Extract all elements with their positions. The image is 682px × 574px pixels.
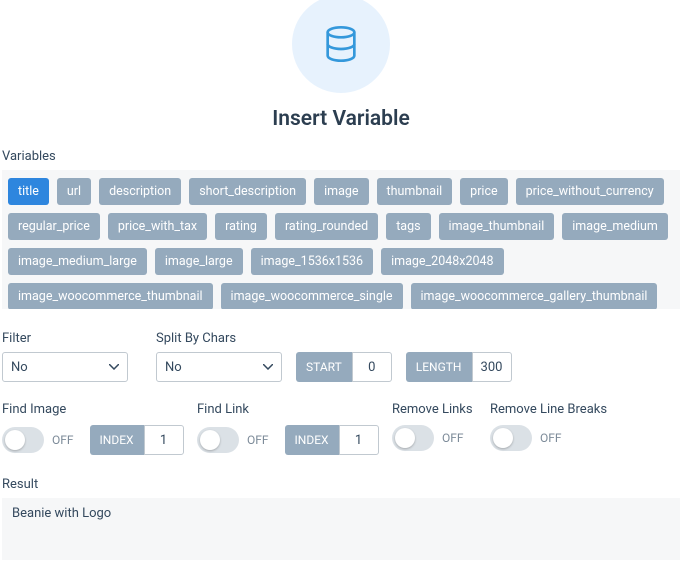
variable-tag-image-1536x1536[interactable]: image_1536x1536 <box>251 248 374 275</box>
find-link-index-input[interactable] <box>339 425 379 455</box>
remove-links-state: OFF <box>442 431 464 445</box>
variable-tag-image-thumbnail[interactable]: image_thumbnail <box>439 213 555 240</box>
variable-tag-url[interactable]: url <box>57 178 91 205</box>
start-input[interactable] <box>352 352 392 382</box>
remove-line-breaks-state: OFF <box>540 431 562 445</box>
filter-label: Filter <box>2 331 128 346</box>
variable-tag-short-description[interactable]: short_description <box>189 178 306 205</box>
remove-line-breaks-toggle[interactable] <box>490 425 532 451</box>
result-output: Beanie with Logo <box>2 498 680 560</box>
variable-tag-thumbnail[interactable]: thumbnail <box>377 178 453 205</box>
length-badge: LENGTH <box>406 352 472 382</box>
find-link-toggle[interactable] <box>197 427 239 453</box>
split-label: Split By Chars <box>156 331 512 346</box>
variable-tag-image-woocommerce-single[interactable]: image_woocommerce_single <box>221 283 403 309</box>
variable-tag-image-2048x2048[interactable]: image_2048x2048 <box>381 248 504 275</box>
find-image-state: OFF <box>52 433 74 447</box>
variable-tag-price-with-tax[interactable]: price_with_tax <box>108 213 207 240</box>
variable-tag-price[interactable]: price <box>460 178 507 205</box>
page-title: Insert Variable <box>2 107 680 131</box>
variable-tag-price-without-currency[interactable]: price_without_currency <box>516 178 664 205</box>
variable-tag-rating[interactable]: rating <box>215 213 267 240</box>
variables-list[interactable]: titleurldescriptionshort_descriptionimag… <box>2 170 680 309</box>
split-select[interactable]: No <box>156 352 282 382</box>
variable-tag-image[interactable]: image <box>314 178 368 205</box>
find-link-label: Find Link <box>197 402 392 417</box>
variable-tag-description[interactable]: description <box>99 178 181 205</box>
result-label: Result <box>2 477 680 492</box>
remove-links-toggle[interactable] <box>392 425 434 451</box>
variable-tag-image-woocommerce-thumbnail[interactable]: image_woocommerce_thumbnail <box>8 283 213 309</box>
length-input[interactable] <box>472 352 512 382</box>
variable-tag-image-large[interactable]: image_large <box>155 248 243 275</box>
remove-links-label: Remove Links <box>392 402 490 417</box>
filter-select[interactable]: No <box>2 352 128 382</box>
find-image-label: Find Image <box>2 402 197 417</box>
find-image-toggle[interactable] <box>2 427 44 453</box>
variable-tag-tags[interactable]: tags <box>386 213 430 240</box>
find-image-index-badge: INDEX <box>90 425 144 455</box>
variable-tag-image-woocommerce-gallery-thumbnail[interactable]: image_woocommerce_gallery_thumbnail <box>411 283 658 309</box>
variable-tag-image-medium[interactable]: image_medium <box>562 213 668 240</box>
variable-tag-rating-rounded[interactable]: rating_rounded <box>275 213 378 240</box>
variables-label: Variables <box>2 149 680 164</box>
variable-tag-regular-price[interactable]: regular_price <box>8 213 100 240</box>
start-badge: START <box>296 352 352 382</box>
variable-tag-title[interactable]: title <box>8 178 49 205</box>
remove-line-breaks-label: Remove Line Breaks <box>490 402 607 417</box>
find-link-index-badge: INDEX <box>285 425 339 455</box>
variable-tag-image-medium-large[interactable]: image_medium_large <box>8 248 147 275</box>
find-image-index-input[interactable] <box>144 425 184 455</box>
find-link-state: OFF <box>247 433 269 447</box>
database-icon <box>292 0 390 93</box>
